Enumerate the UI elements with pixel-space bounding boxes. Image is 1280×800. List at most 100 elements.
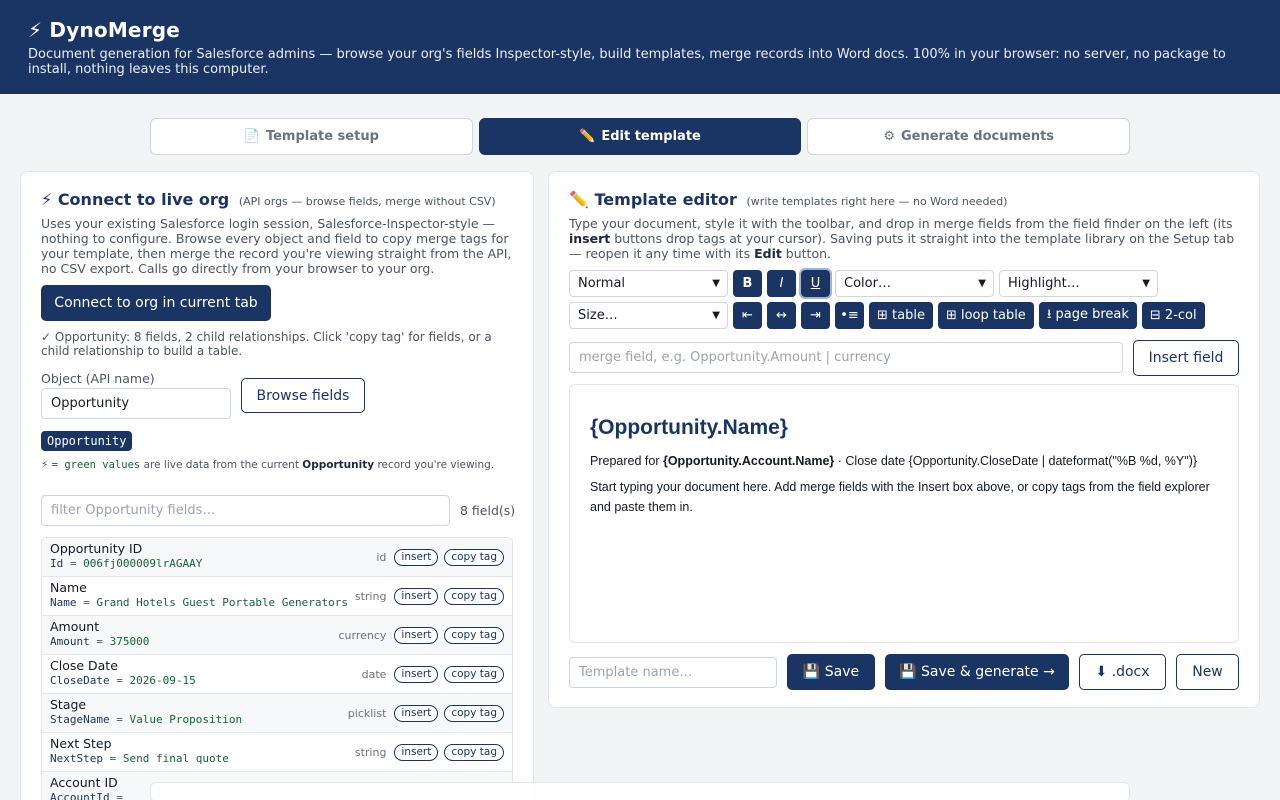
highlight-select[interactable]: Highlight… ▼ — [999, 270, 1158, 297]
field-row: Stage StageName = Value Proposition pick… — [42, 694, 512, 733]
field-value: 006fj000009lrAGAAY — [83, 557, 203, 570]
insert-button[interactable]: insert — [394, 549, 439, 566]
browse-fields-button[interactable]: Browse fields — [241, 378, 365, 413]
copy-tag-button[interactable]: copy tag — [444, 627, 504, 644]
insert-button[interactable]: insert — [394, 666, 439, 683]
legend-green-values: = green values — [51, 459, 141, 471]
field-type: picklist — [347, 707, 387, 720]
field-value: 375000 — [109, 635, 150, 648]
insert-button[interactable]: insert — [394, 705, 439, 722]
chevron-down-icon: ▼ — [712, 278, 720, 289]
connect-org-subtitle: (API orgs — browse fields, merge without… — [238, 195, 496, 208]
field-row: Close Date CloseDate = 2026-09-15 date i… — [42, 655, 512, 694]
align-left-button[interactable]: ⇤ — [733, 302, 762, 329]
field-row: Amount Amount = 375000 currency insert c… — [42, 616, 512, 655]
new-template-button[interactable]: New — [1176, 654, 1239, 690]
object-api-name-input[interactable]: Opportunity — [41, 388, 231, 419]
field-type: string — [354, 590, 387, 603]
document-body: Start typing your document here. Add mer… — [590, 480, 1210, 514]
template-editor-description: Type your document, style it with the to… — [569, 216, 1235, 261]
template-editor-panel: ✏️ Template editor (write templates righ… — [548, 171, 1260, 708]
field-row: Opportunity ID Id = 006fj000009lrAGAAY i… — [42, 538, 512, 577]
prepared-line: Prepared for {Opportunity.Account.Name} … — [590, 454, 1198, 468]
copy-tag-button[interactable]: copy tag — [444, 549, 504, 566]
field-api-name: Amount — [50, 635, 90, 648]
connect-org-description: Uses your existing Salesforce login sess… — [41, 216, 512, 276]
app-header: ⚡ DynoMerge Document generation for Sale… — [0, 0, 1280, 94]
object-chip[interactable]: Opportunity — [41, 431, 133, 451]
live-data-legend: ⚡ = green values are live data from the … — [41, 459, 511, 472]
merge-field-input[interactable]: merge field, e.g. Opportunity.Amount | c… — [569, 342, 1123, 373]
field-api-name: StageName — [50, 713, 110, 726]
document-icon: 📄 — [243, 129, 260, 144]
field-row: Name Name = Grand Hotels Guest Portable … — [42, 577, 512, 616]
copy-tag-button[interactable]: copy tag — [444, 666, 504, 683]
font-size-select[interactable]: Size… ▼ — [569, 302, 728, 329]
insert-button[interactable]: insert — [394, 627, 439, 644]
field-type: date — [361, 668, 387, 681]
tab-label: Generate documents — [900, 129, 1055, 144]
field-value: 2026-09-15 — [129, 674, 196, 687]
field-api-name: NextStep — [50, 752, 103, 765]
pencil-icon: ✏️ — [579, 129, 596, 144]
pencil-icon: ✏️ — [569, 190, 589, 209]
tab-template-setup[interactable]: 📄 Template setup — [150, 118, 473, 155]
legend-object: Opportunity — [302, 459, 375, 471]
connect-org-heading: Connect to live org — [57, 190, 230, 209]
gear-icon: ⚙ — [883, 129, 895, 144]
bullet-list-button[interactable]: •≡ — [835, 302, 864, 329]
tab-generate-documents[interactable]: ⚙ Generate documents — [807, 118, 1131, 155]
template-editor-heading: Template editor — [594, 190, 737, 209]
bold-button[interactable]: B — [733, 270, 762, 297]
field-type: string — [354, 746, 387, 759]
tab-label: Template setup — [265, 129, 379, 144]
chevron-down-icon: ▼ — [978, 278, 986, 289]
underline-button[interactable]: U — [799, 268, 832, 299]
insert-field-button[interactable]: Insert field — [1133, 340, 1239, 376]
field-row: Next Step NextStep = Send final quote st… — [42, 733, 512, 772]
loop-table-button[interactable]: ⊞ loop table — [937, 302, 1034, 329]
field-value: Grand Hotels Guest Portable Generators — [96, 596, 349, 609]
save-button[interactable]: 💾 Save — [787, 654, 875, 690]
format-toolbar-row-1: Normal ▼ B I U Color… ▼ Highlight… ▼ — [569, 268, 1158, 299]
lightning-icon: ⚡ — [41, 190, 53, 209]
copy-tag-button[interactable]: copy tag — [444, 744, 504, 761]
two-column-button[interactable]: ⊟ 2-col — [1141, 302, 1205, 329]
copy-tag-button[interactable]: copy tag — [444, 588, 504, 605]
document-editor[interactable]: {Opportunity.Name} Prepared for {Opportu… — [569, 384, 1239, 643]
align-right-button[interactable]: ⇥ — [801, 302, 830, 329]
template-name-input[interactable]: Template name… — [569, 657, 777, 688]
legend-suffix: record you're viewing. — [377, 459, 495, 471]
insert-table-button[interactable]: ⊞ table — [869, 302, 933, 329]
field-api-name: Name — [50, 596, 77, 609]
copy-tag-button[interactable]: copy tag — [444, 705, 504, 722]
text-color-select[interactable]: Color… ▼ — [835, 270, 994, 297]
insert-button[interactable]: insert — [394, 588, 439, 605]
chevron-down-icon: ▼ — [1142, 278, 1150, 289]
tab-edit-template[interactable]: ✏️ Edit template — [478, 118, 802, 155]
field-count: 8 field(s) — [460, 503, 516, 518]
connect-org-title: ⚡ Connect to live org (API orgs — browse… — [41, 190, 513, 212]
field-value: Send final quote — [122, 752, 229, 765]
legend-text: are live data from the current — [143, 459, 299, 471]
field-api-name: CloseDate — [50, 674, 110, 687]
field-filter-input[interactable]: filter Opportunity fields… — [41, 495, 450, 526]
page-break-button[interactable]: ⭳ page break — [1038, 302, 1137, 329]
field-type: currency — [338, 629, 387, 642]
paragraph-style-select[interactable]: Normal ▼ — [569, 270, 728, 297]
app-title: ⚡ DynoMerge — [28, 18, 181, 42]
insert-button[interactable]: insert — [394, 744, 439, 761]
field-list: Opportunity ID Id = 006fj000009lrAGAAY i… — [41, 537, 513, 800]
italic-button[interactable]: I — [767, 270, 796, 297]
field-type: id — [376, 551, 387, 564]
save-and-generate-button[interactable]: 💾 Save & generate → — [885, 654, 1069, 690]
lightning-icon: ⚡ — [41, 459, 49, 471]
object-label: Object (API name) — [41, 371, 155, 386]
template-editor-subtitle: (write templates right here — no Word ne… — [746, 195, 1008, 208]
download-docx-button[interactable]: ⬇ .docx — [1079, 654, 1166, 690]
document-heading: {Opportunity.Name} — [590, 416, 788, 439]
overlay-strip — [150, 782, 1130, 800]
step-tabs: 📄 Template setup ✏️ Edit template ⚙ Gene… — [150, 118, 1131, 155]
align-center-button[interactable]: ↔ — [767, 302, 796, 329]
connect-org-button[interactable]: Connect to org in current tab — [41, 285, 271, 321]
